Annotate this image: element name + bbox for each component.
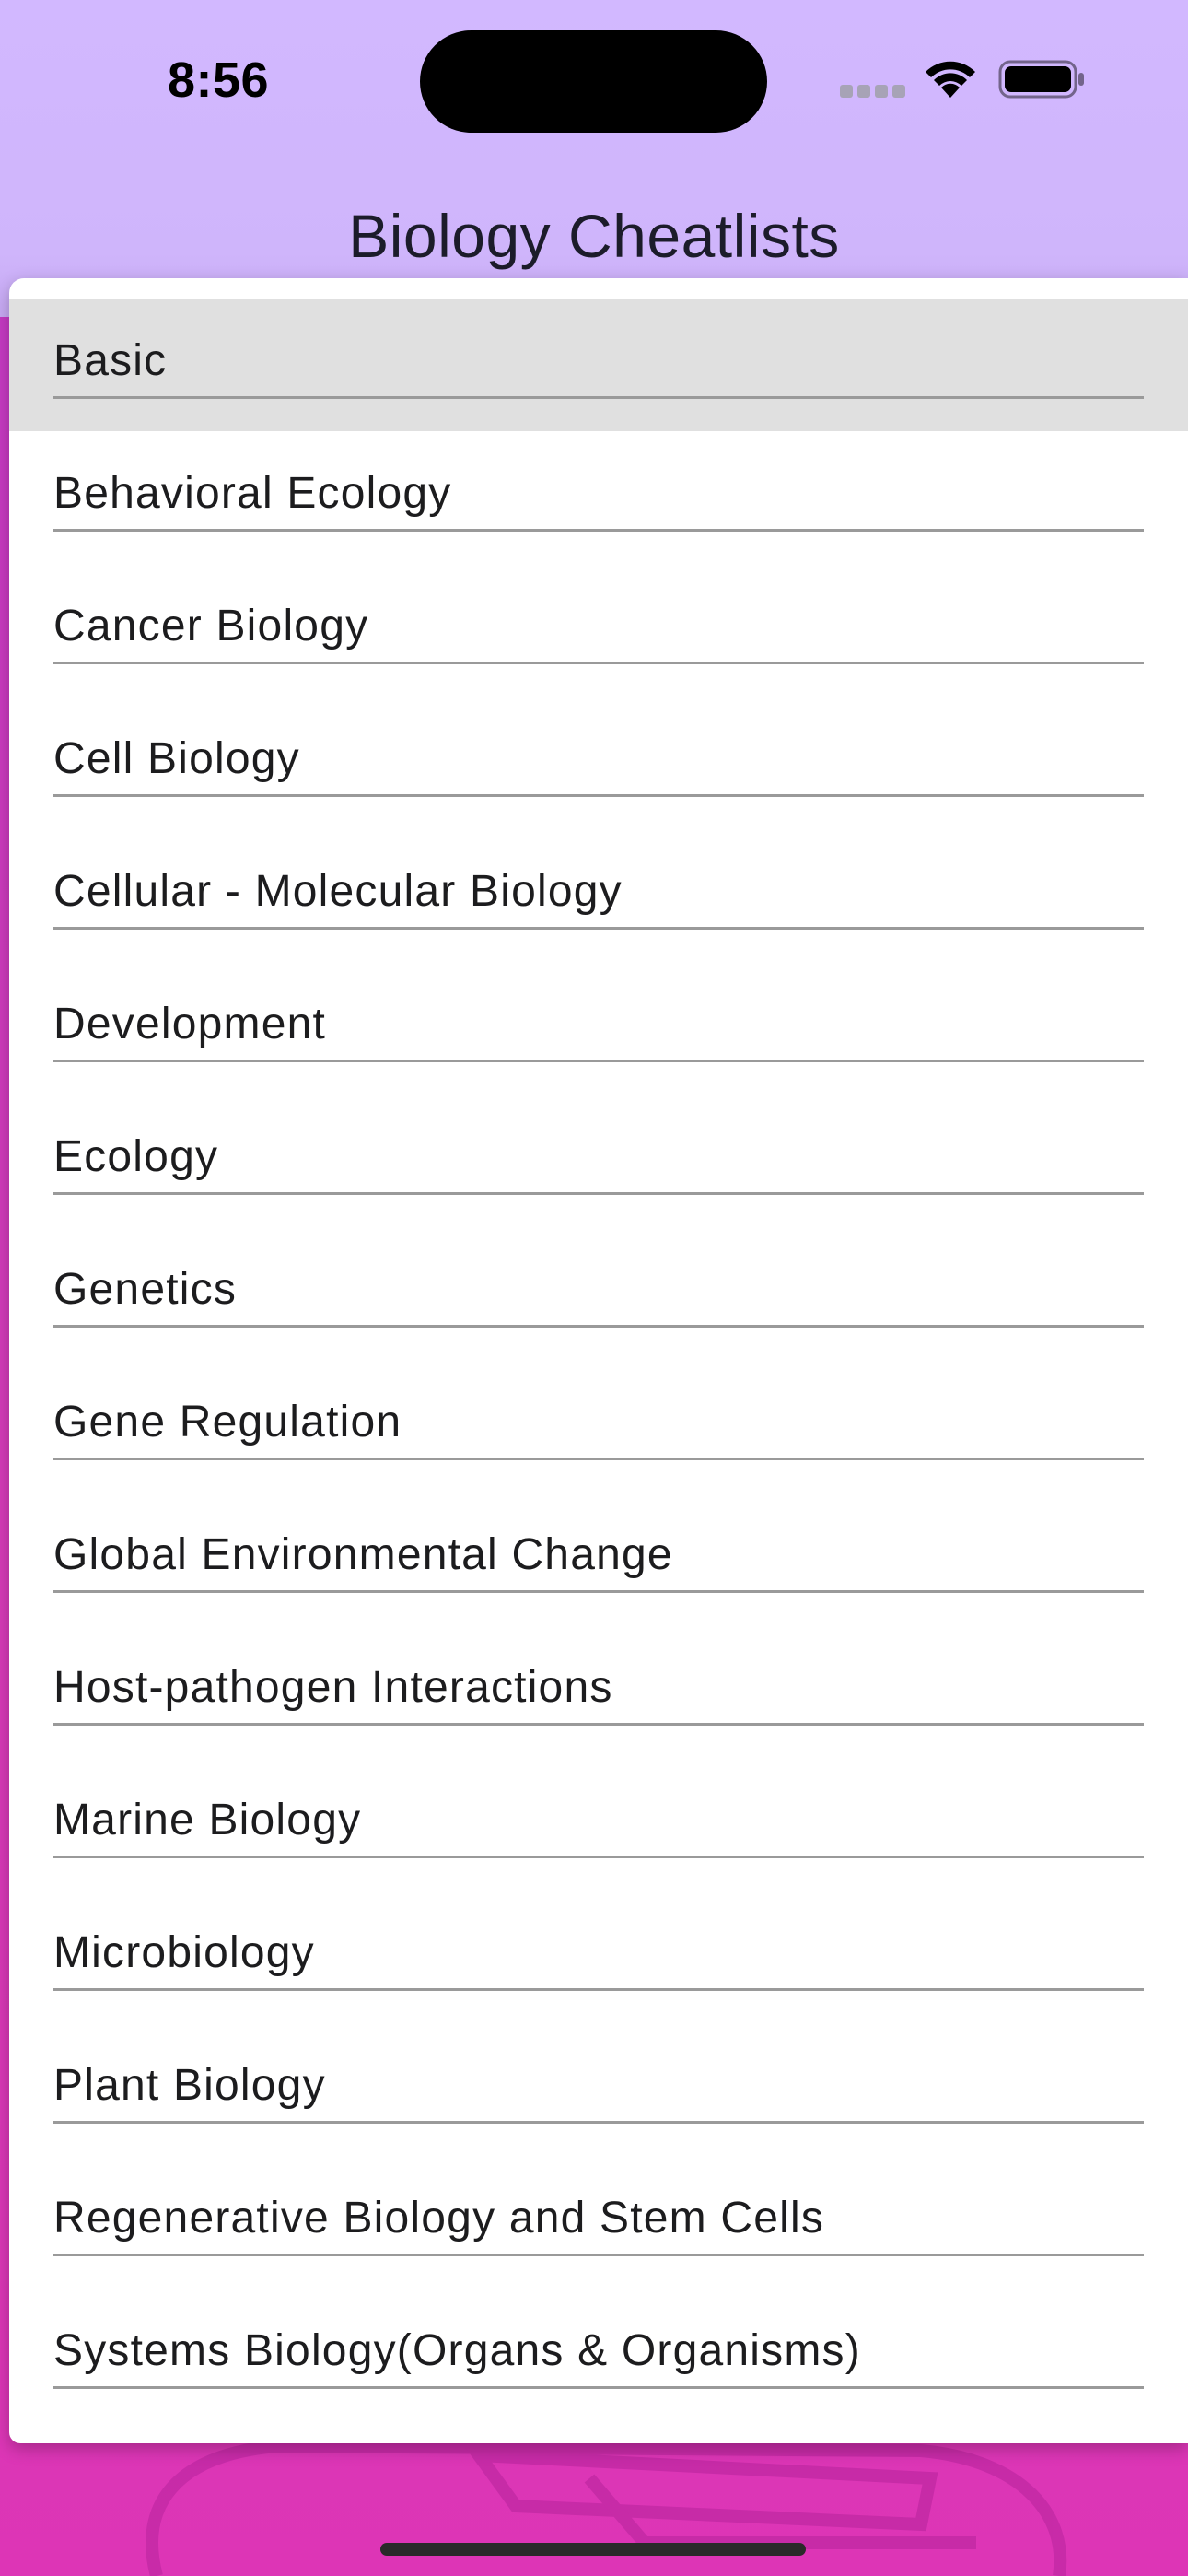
list-item[interactable]: Cell Biology xyxy=(9,697,1188,829)
list-divider xyxy=(53,529,1144,532)
list-item[interactable]: Cellular - Molecular Biology xyxy=(9,829,1188,962)
list-item-label: Microbiology xyxy=(53,1928,315,1977)
list-item[interactable]: Plant Biology xyxy=(9,2023,1188,2156)
list-item[interactable]: Regenerative Biology and Stem Cells xyxy=(9,2156,1188,2289)
list-item[interactable]: Host-pathogen Interactions xyxy=(9,1625,1188,1758)
wifi-icon xyxy=(926,61,975,98)
page-title: Biology Cheatlists xyxy=(348,202,840,270)
list-item-label: Gene Regulation xyxy=(53,1398,402,1446)
list-divider xyxy=(53,1060,1144,1062)
list-divider xyxy=(53,2386,1144,2389)
list-item-label: Marine Biology xyxy=(53,1796,362,1844)
list-item-label: Plant Biology xyxy=(53,2061,326,2110)
list-item-label: Ecology xyxy=(53,1132,219,1181)
list-item[interactable]: Global Environmental Change xyxy=(9,1493,1188,1625)
list-item[interactable]: Systems Biology(Organs & Organisms) xyxy=(9,2289,1188,2421)
list-divider xyxy=(53,1988,1144,1991)
dynamic-island xyxy=(420,30,767,133)
cheatlist-list: Basic Behavioral Ecology Cancer Biology Cel… xyxy=(9,299,1188,2421)
list-item-label: Host-pathogen Interactions xyxy=(53,1663,613,1712)
list-divider xyxy=(53,396,1144,399)
list-item-label: Basic xyxy=(53,336,168,385)
list-item-label: Global Environmental Change xyxy=(53,1530,673,1579)
list-item[interactable]: Microbiology xyxy=(9,1891,1188,2023)
home-indicator[interactable] xyxy=(380,2543,806,2556)
list-item-label: Regenerative Biology and Stem Cells xyxy=(53,2194,825,2242)
app-header: 8:56 Biology Cheatlists xyxy=(0,0,1188,317)
list-item[interactable]: Cancer Biology xyxy=(9,564,1188,697)
list-item-label: Systems Biology(Organs & Organisms) xyxy=(53,2326,861,2375)
list-item[interactable]: Gene Regulation xyxy=(9,1360,1188,1493)
list-item[interactable]: Marine Biology xyxy=(9,1758,1188,1891)
list-item[interactable]: Behavioral Ecology xyxy=(9,431,1188,564)
cheatlist-sheet: Basic Behavioral Ecology Cancer Biology Cel… xyxy=(9,278,1188,2443)
list-divider xyxy=(53,662,1144,664)
list-item-label: Cancer Biology xyxy=(53,602,369,650)
battery-icon xyxy=(998,60,1084,99)
list-item-label: Behavioral Ecology xyxy=(53,469,452,518)
list-divider xyxy=(53,2254,1144,2256)
list-item[interactable]: Development xyxy=(9,962,1188,1095)
cellular-signal-icon xyxy=(840,85,906,100)
list-divider xyxy=(53,2121,1144,2124)
list-divider xyxy=(53,1723,1144,1726)
list-divider xyxy=(53,1458,1144,1460)
list-item-label: Development xyxy=(53,1000,327,1048)
list-divider xyxy=(53,1192,1144,1195)
list-item[interactable]: Ecology xyxy=(9,1095,1188,1227)
list-divider xyxy=(53,1590,1144,1593)
list-item-label: Cellular - Molecular Biology xyxy=(53,867,623,916)
list-item-label: Genetics xyxy=(53,1265,238,1314)
list-item-label: Cell Biology xyxy=(53,734,300,783)
list-item[interactable]: Basic xyxy=(9,299,1188,431)
list-divider xyxy=(53,927,1144,930)
list-item[interactable]: Genetics xyxy=(9,1227,1188,1360)
list-divider xyxy=(53,1325,1144,1328)
list-divider xyxy=(53,1856,1144,1858)
list-divider xyxy=(53,794,1144,797)
status-time: 8:56 xyxy=(168,53,270,108)
